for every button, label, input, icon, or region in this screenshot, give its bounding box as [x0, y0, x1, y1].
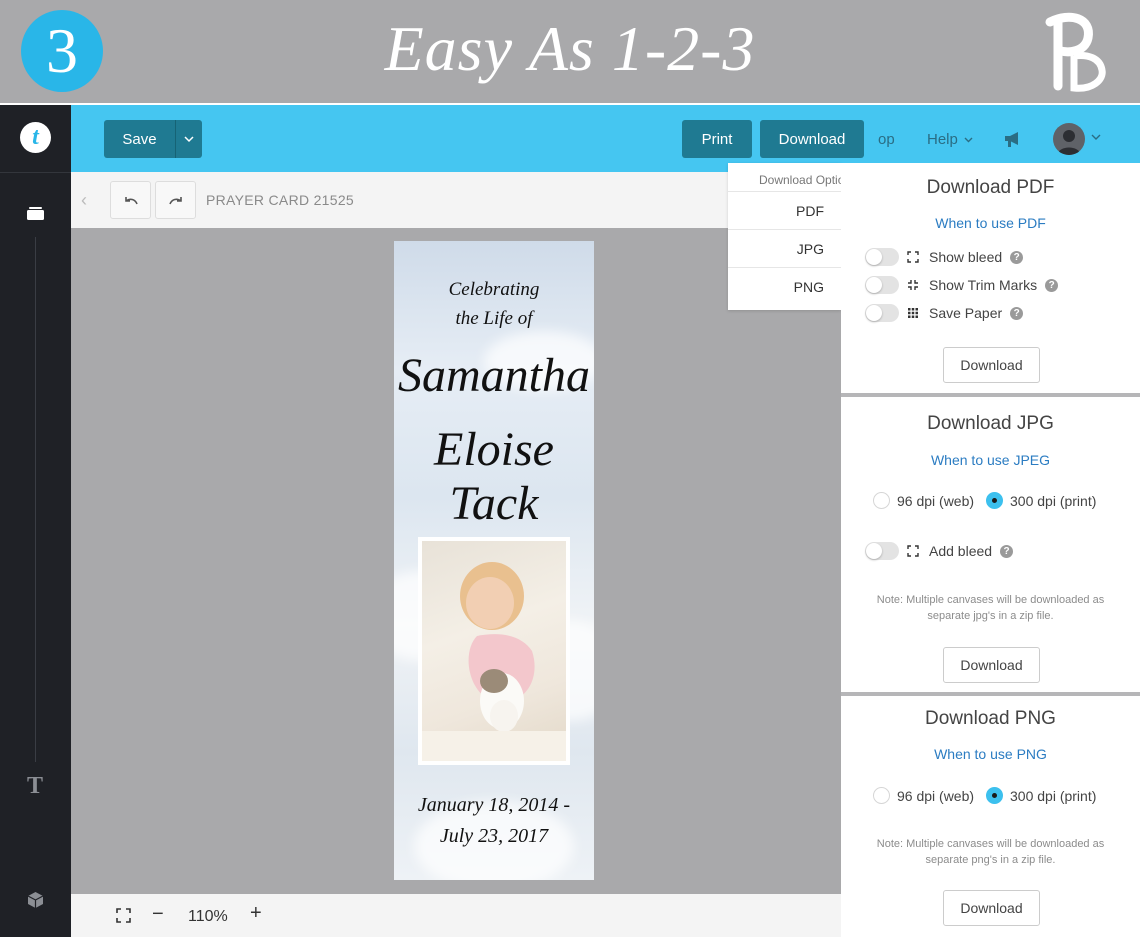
jpg-dpi-96-option[interactable]: 96 dpi (web): [873, 492, 974, 509]
download-jpg-panel: Download JPG When to use JPEG 96 dpi (we…: [841, 397, 1140, 692]
grid-icon: [908, 308, 918, 318]
text-tool-icon[interactable]: T: [24, 773, 46, 799]
show-bleed-label: Show bleed: [929, 249, 1003, 265]
chevron-down-icon: [184, 135, 194, 142]
zoom-out-button[interactable]: −: [152, 903, 164, 926]
add-bleed-option: Add bleed ?: [865, 541, 1014, 561]
card-heading-line2: the Life of: [455, 308, 533, 329]
card-middle-name: Eloise: [434, 423, 554, 476]
card-first-name: Samantha: [398, 349, 590, 402]
card-dates-line1: January 18, 2014 -: [417, 794, 571, 816]
card-last-name: Tack: [449, 477, 539, 530]
pdf-help-link[interactable]: When to use PDF: [841, 215, 1140, 231]
chevron-down-icon[interactable]: [1091, 133, 1101, 141]
megaphone-icon[interactable]: [1003, 129, 1023, 149]
redo-button[interactable]: [155, 181, 196, 219]
png-dpi-300-option[interactable]: 300 dpi (print): [986, 787, 1096, 804]
help-icon[interactable]: ?: [1045, 278, 1059, 292]
download-menu-jpg[interactable]: JPG: [728, 229, 841, 267]
download-menu-png[interactable]: PNG: [728, 267, 841, 305]
design-canvas: Celebrating the Life of Samantha Eloise …: [71, 228, 841, 894]
png-dpi-96-radio[interactable]: [873, 787, 890, 804]
layers-icon[interactable]: [26, 205, 45, 221]
user-avatar[interactable]: [1053, 123, 1085, 155]
jpg-help-link[interactable]: When to use JPEG: [841, 452, 1140, 468]
save-options-button[interactable]: [175, 120, 202, 158]
photo-frame[interactable]: [418, 537, 570, 765]
add-bleed-label: Add bleed: [929, 543, 993, 559]
download-options-menu: Download Options PDF JPG PNG: [728, 163, 841, 310]
png-note: Note: Multiple canvases will be download…: [876, 838, 1105, 866]
zoom-bar: − 110% +: [71, 894, 841, 937]
help-menu[interactable]: Help: [927, 131, 973, 148]
save-button[interactable]: Save: [104, 120, 175, 158]
jpg-note: Note: Multiple canvases will be download…: [876, 594, 1105, 622]
jpg-dpi-300-radio[interactable]: [986, 492, 1003, 509]
jpg-dpi-96-label: 96 dpi (web): [897, 492, 975, 509]
png-help-link[interactable]: When to use PNG: [841, 746, 1140, 762]
undo-button[interactable]: [110, 181, 151, 219]
show-bleed-toggle[interactable]: [865, 248, 899, 266]
document-title[interactable]: PRAYER CARD 21525: [206, 192, 354, 208]
help-icon[interactable]: ?: [1010, 250, 1024, 264]
png-dpi-96-option[interactable]: 96 dpi (web): [873, 787, 974, 804]
jpg-panel-title: Download JPG: [927, 413, 1054, 434]
redo-icon: [168, 197, 182, 205]
sidebar-divider: [0, 172, 71, 173]
promo-banner: 3 Easy As 1-2-3: [0, 0, 1140, 103]
zoom-level: 110%: [188, 908, 228, 925]
trim-marks-label: Show Trim Marks: [929, 277, 1038, 293]
prayer-card[interactable]: Celebrating the Life of Samantha Eloise …: [394, 241, 594, 880]
memorial-photo: [422, 541, 566, 761]
download-menu-pdf[interactable]: PDF: [728, 191, 841, 229]
app-logo[interactable]: t: [20, 122, 51, 153]
download-menu-header: Download Options: [759, 173, 841, 187]
help-icon[interactable]: ?: [1010, 306, 1024, 320]
download-png-button[interactable]: Download: [943, 890, 1040, 926]
help-label: Help: [927, 131, 958, 148]
download-pdf-button[interactable]: Download: [943, 347, 1040, 383]
document-toolbar: ‹ PRAYER CARD 21525: [71, 172, 841, 228]
show-bleed-option: Show bleed ?: [865, 247, 1024, 267]
save-paper-label: Save Paper: [929, 305, 1003, 321]
banner-title: Easy As 1-2-3: [384, 13, 756, 84]
pdf-panel-title: Download PDF: [926, 177, 1055, 198]
png-panel-title: Download PNG: [925, 708, 1056, 729]
card-dates-line2: July 23, 2017: [439, 825, 549, 847]
cube-icon[interactable]: [27, 891, 44, 909]
jpg-dpi-300-label: 300 dpi (print): [1010, 492, 1097, 509]
save-paper-toggle[interactable]: [865, 304, 899, 322]
download-png-panel: Download PNG When to use PNG 96 dpi (web…: [841, 696, 1140, 937]
show-trim-marks-option: Show Trim Marks ?: [865, 275, 1059, 295]
left-sidebar: t T: [0, 105, 71, 937]
help-icon[interactable]: ?: [1000, 544, 1014, 558]
sidebar-scroll-track: [35, 237, 36, 762]
print-button[interactable]: Print: [682, 120, 752, 158]
toolbar-truncated-item[interactable]: op: [878, 131, 895, 148]
trim-marks-icon: [908, 280, 918, 290]
top-toolbar: Save Print Download op Help: [71, 105, 1140, 172]
child-with-cat-photo: [422, 562, 566, 761]
download-jpg-button[interactable]: Download: [943, 647, 1040, 683]
zoom-in-button[interactable]: +: [250, 902, 262, 925]
bleed-icon: [907, 545, 919, 557]
user-icon: [1057, 130, 1081, 155]
jpg-dpi-96-radio[interactable]: [873, 492, 890, 509]
chevron-down-icon: [964, 137, 973, 142]
fullscreen-icon[interactable]: [116, 908, 131, 923]
add-bleed-toggle[interactable]: [865, 542, 899, 560]
bleed-icon: [907, 251, 919, 263]
download-pdf-panel: Download PDF When to use PDF Show bleed …: [841, 163, 1140, 393]
png-dpi-300-radio[interactable]: [986, 787, 1003, 804]
undo-icon: [124, 197, 138, 205]
brand-logo: [1045, 12, 1106, 92]
jpg-dpi-300-option[interactable]: 300 dpi (print): [986, 492, 1096, 509]
png-dpi-300-label: 300 dpi (print): [1010, 787, 1097, 804]
trim-marks-toggle[interactable]: [865, 276, 899, 294]
back-arrow-icon[interactable]: ‹: [81, 190, 87, 211]
card-heading-line1: Celebrating: [448, 279, 540, 300]
png-dpi-96-label: 96 dpi (web): [897, 787, 975, 804]
save-paper-option: Save Paper ?: [865, 303, 1024, 323]
download-button[interactable]: Download: [760, 120, 864, 158]
